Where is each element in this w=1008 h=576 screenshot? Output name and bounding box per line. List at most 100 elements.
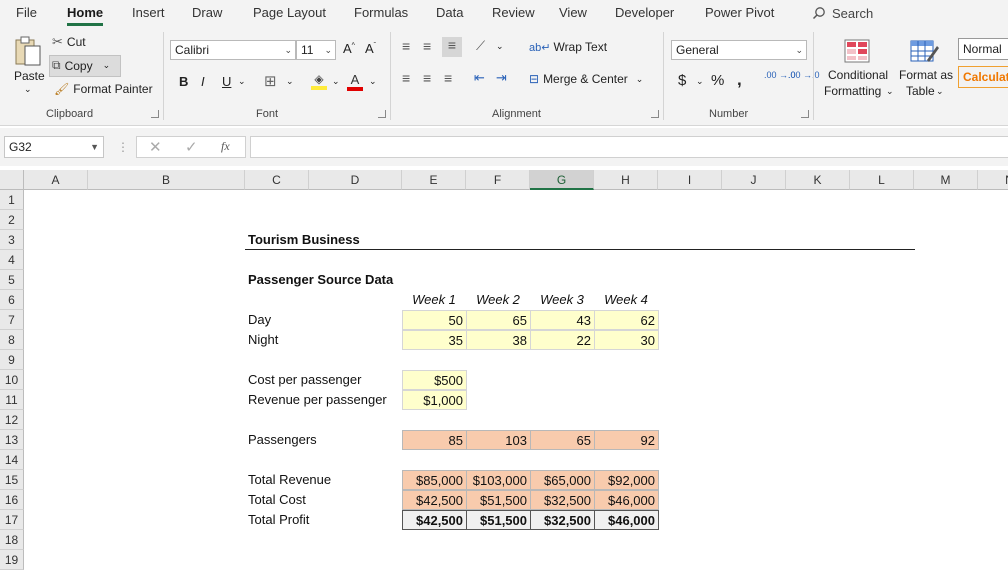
week-header[interactable]: Week 2 xyxy=(466,290,530,310)
day-value-cell[interactable]: 50 xyxy=(402,310,467,330)
total-revenue-cell[interactable]: $103,000 xyxy=(466,470,531,490)
align-center-icon[interactable]: ≡ xyxy=(423,70,431,86)
section-heading[interactable]: Passenger Source Data xyxy=(245,270,545,290)
passengers-cell[interactable]: 65 xyxy=(530,430,595,450)
cancel-icon[interactable]: ✕ xyxy=(149,138,162,156)
passengers-cell[interactable]: 92 xyxy=(594,430,659,450)
week-header[interactable]: Week 3 xyxy=(530,290,594,310)
night-value-cell[interactable]: 22 xyxy=(530,330,595,350)
tab-data[interactable]: Data xyxy=(436,5,463,20)
column-header[interactable]: B xyxy=(88,170,245,190)
align-left-icon[interactable]: ≡ xyxy=(402,70,410,86)
column-header[interactable]: E xyxy=(402,170,466,190)
passengers-cell[interactable]: 103 xyxy=(466,430,531,450)
increase-font-icon[interactable]: A^ xyxy=(343,41,355,56)
align-top-icon[interactable]: ≡ xyxy=(402,38,410,54)
total-profit-cell[interactable]: $32,500 xyxy=(530,510,595,530)
row-header[interactable]: 3 xyxy=(0,230,24,250)
currency-format-button[interactable]: $ xyxy=(678,72,686,89)
column-header[interactable]: I xyxy=(658,170,722,190)
total-cost-label[interactable]: Total Cost xyxy=(245,490,395,510)
conditional-formatting-button[interactable] xyxy=(841,36,873,66)
decrease-decimal-button[interactable]: .00 →.0 xyxy=(788,71,820,80)
night-value-cell[interactable]: 38 xyxy=(466,330,531,350)
row-header[interactable]: 1 xyxy=(0,190,24,210)
tab-draw[interactable]: Draw xyxy=(192,5,222,20)
bold-button[interactable]: B xyxy=(179,74,188,89)
column-header[interactable]: N xyxy=(978,170,1008,190)
paste-dropdown-icon[interactable]: ⌄ xyxy=(24,84,32,95)
copy-label-group[interactable]: ⧉ Copy ⌄ xyxy=(52,58,110,73)
total-revenue-cell[interactable]: $65,000 xyxy=(530,470,595,490)
row-header[interactable]: 16 xyxy=(0,490,24,510)
column-header[interactable]: A xyxy=(24,170,88,190)
day-value-cell[interactable]: 43 xyxy=(530,310,595,330)
font-name-select[interactable]: Calibri ⌄ xyxy=(170,40,296,60)
column-header[interactable]: C xyxy=(245,170,309,190)
number-launcher-icon[interactable] xyxy=(801,110,809,118)
passengers-label[interactable]: Passengers xyxy=(245,430,395,450)
insert-function-button[interactable]: fx xyxy=(221,139,230,154)
night-label[interactable]: Night xyxy=(245,330,395,350)
decrease-indent-icon[interactable]: ⇤ xyxy=(474,70,485,86)
tab-formulas[interactable]: Formulas xyxy=(354,5,408,20)
row-header[interactable]: 8 xyxy=(0,330,24,350)
day-value-cell[interactable]: 62 xyxy=(594,310,659,330)
paste-button[interactable] xyxy=(10,34,46,68)
align-bottom-icon[interactable]: ≡ xyxy=(442,37,462,57)
format-as-table-button[interactable] xyxy=(908,36,940,66)
fill-color-button[interactable]: ◈ xyxy=(308,70,330,92)
revenue-per-passenger-label[interactable]: Revenue per passenger xyxy=(245,390,400,410)
currency-dropdown-icon[interactable]: ⌄ xyxy=(696,76,704,87)
day-label[interactable]: Day xyxy=(245,310,395,330)
merge-dropdown-icon[interactable]: ⌄ xyxy=(636,74,644,85)
align-right-icon[interactable]: ≡ xyxy=(444,70,452,86)
row-header[interactable]: 15 xyxy=(0,470,24,490)
row-header[interactable]: 7 xyxy=(0,310,24,330)
revenue-per-passenger-cell[interactable]: $1,000 xyxy=(402,390,467,410)
increase-decimal-button[interactable]: .00 →.0 xyxy=(764,71,796,80)
name-box[interactable]: G32 ▼ xyxy=(4,136,104,158)
borders-dropdown-icon[interactable]: ⌄ xyxy=(286,76,294,87)
week-header[interactable]: Week 4 xyxy=(594,290,658,310)
format-as-table-label-1[interactable]: Format as xyxy=(899,68,953,82)
orientation-dropdown-icon[interactable]: ⌄ xyxy=(496,41,504,52)
select-all-corner[interactable] xyxy=(0,170,24,190)
week-header[interactable]: Week 1 xyxy=(402,290,466,310)
search-box[interactable]: Search xyxy=(812,3,873,23)
row-header[interactable]: 11 xyxy=(0,390,24,410)
night-value-cell[interactable]: 35 xyxy=(402,330,467,350)
italic-button[interactable]: I xyxy=(201,74,205,89)
tab-insert[interactable]: Insert xyxy=(132,5,165,20)
underline-dropdown-icon[interactable]: ⌄ xyxy=(238,76,246,87)
sheet-title[interactable]: Tourism Business xyxy=(245,230,545,250)
tab-file[interactable]: File xyxy=(16,5,37,20)
total-revenue-label[interactable]: Total Revenue xyxy=(245,470,395,490)
row-header[interactable]: 14 xyxy=(0,450,24,470)
wrap-text-button[interactable]: ab↵ Wrap Text xyxy=(529,40,607,54)
row-header[interactable]: 19 xyxy=(0,550,24,570)
tab-review[interactable]: Review xyxy=(492,5,535,20)
formula-input[interactable] xyxy=(250,136,1008,158)
tab-home[interactable]: Home xyxy=(67,5,104,26)
enter-icon[interactable]: ✓ xyxy=(185,138,198,156)
cell-style-calculation[interactable]: Calculati xyxy=(958,66,1008,88)
underline-button[interactable]: U xyxy=(222,74,231,89)
merge-center-button[interactable]: ⊟ Merge & Center ⌄ xyxy=(529,72,643,86)
font-size-select[interactable]: 11 ⌄ xyxy=(296,40,336,60)
conditional-dropdown-icon[interactable]: ⌄ xyxy=(886,86,894,97)
total-profit-cell[interactable]: $42,500 xyxy=(402,510,467,530)
format-table-dropdown-icon[interactable]: ⌄ xyxy=(936,86,944,97)
tab-view[interactable]: View xyxy=(559,5,587,20)
conditional-formatting-label-2[interactable]: Formatting xyxy=(824,84,881,98)
fill-dropdown-icon[interactable]: ⌄ xyxy=(332,76,340,87)
column-header[interactable]: D xyxy=(309,170,402,190)
cost-per-passenger-cell[interactable]: $500 xyxy=(402,370,467,390)
total-cost-cell[interactable]: $46,000 xyxy=(594,490,659,510)
borders-icon[interactable]: ⊞ xyxy=(264,72,277,90)
column-header[interactable]: J xyxy=(722,170,786,190)
row-header[interactable]: 2 xyxy=(0,210,24,230)
row-header[interactable]: 18 xyxy=(0,530,24,550)
font-launcher-icon[interactable] xyxy=(378,110,386,118)
column-header[interactable]: F xyxy=(466,170,530,190)
